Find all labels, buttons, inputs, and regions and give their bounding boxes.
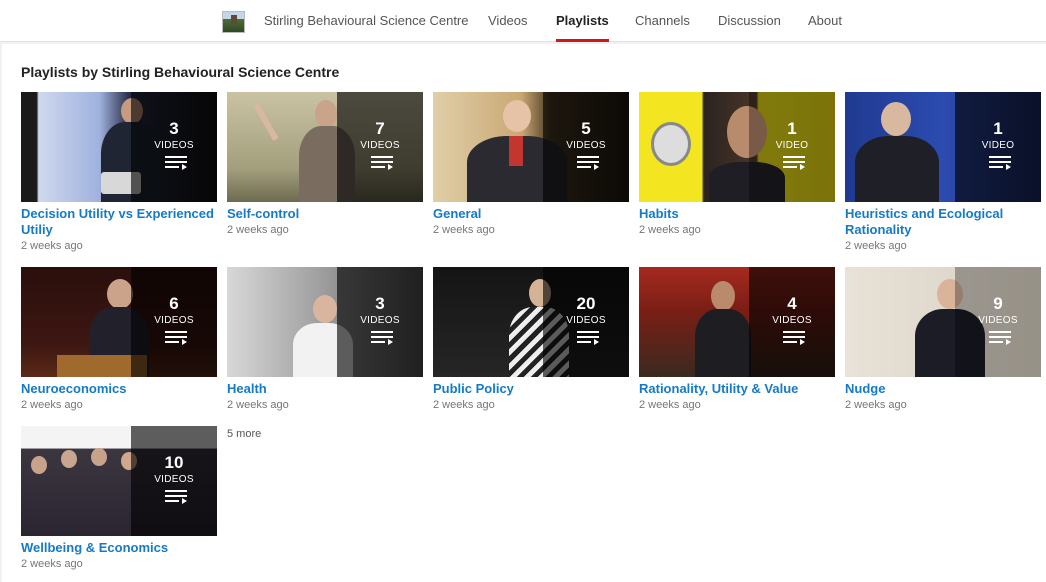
- playlist-card[interactable]: 7 VIDEOS Self-control 2 weeks ago: [227, 92, 423, 236]
- playlist-updated: 2 weeks ago: [433, 399, 495, 411]
- playlist-thumbnail[interactable]: 9 VIDEOS: [845, 267, 1041, 377]
- playlist-updated: 2 weeks ago: [639, 399, 701, 411]
- playlist-thumbnail[interactable]: 6 VIDEOS: [21, 267, 217, 377]
- video-count-label: VIDEOS: [154, 474, 194, 485]
- video-count: 3: [169, 119, 179, 138]
- playlist-title[interactable]: Wellbeing & Economics: [21, 540, 217, 556]
- video-count-label: VIDEOS: [566, 315, 606, 326]
- channel-nav-bar: Stirling Behavioural Science Centre Vide…: [0, 0, 1046, 42]
- video-count: 10: [164, 453, 184, 472]
- playlist-title[interactable]: Health: [227, 381, 423, 397]
- playlist-icon: [165, 156, 187, 170]
- playlist-thumbnail[interactable]: 4 VIDEOS: [639, 267, 835, 377]
- tab-about[interactable]: About: [808, 0, 842, 42]
- video-count-label: VIDEO: [775, 140, 809, 151]
- tab-playlists[interactable]: Playlists: [556, 0, 609, 42]
- video-count: 4: [787, 294, 797, 313]
- playlist-updated: 2 weeks ago: [845, 240, 907, 252]
- video-count: 9: [993, 294, 1003, 313]
- playlist-updated: 2 weeks ago: [639, 224, 701, 236]
- playlist-title[interactable]: Public Policy: [433, 381, 629, 397]
- playlist-updated: 2 weeks ago: [21, 558, 83, 570]
- playlist-icon: [783, 331, 805, 345]
- playlist-card[interactable]: 10 VIDEOS Wellbeing & Economics 2 weeks …: [21, 426, 217, 570]
- playlist-icon: [165, 490, 187, 504]
- playlist-thumbnail[interactable]: 10 VIDEOS: [21, 426, 217, 536]
- channel-avatar[interactable]: [222, 11, 245, 33]
- playlist-card[interactable]: 4 VIDEOS Rationality, Utility & Value 2 …: [639, 267, 835, 411]
- playlist-card[interactable]: 20 VIDEOS Public Policy 2 weeks ago: [433, 267, 629, 411]
- playlist-title[interactable]: Self-control: [227, 206, 423, 222]
- video-count-label: VIDEOS: [566, 140, 606, 151]
- channel-name-tab[interactable]: Stirling Behavioural Science Centre: [264, 0, 469, 42]
- video-count: 5: [581, 119, 591, 138]
- playlist-icon: [371, 331, 393, 345]
- video-count: 3: [375, 294, 385, 313]
- playlist-thumbnail[interactable]: 1 VIDEO: [639, 92, 835, 202]
- playlist-card[interactable]: 5 VIDEOS General 2 weeks ago: [433, 92, 629, 236]
- tab-videos[interactable]: Videos: [488, 0, 528, 42]
- playlist-icon: [783, 156, 805, 170]
- more-playlists-link[interactable]: 5 more: [227, 428, 261, 440]
- playlist-icon: [165, 331, 187, 345]
- playlist-card[interactable]: 3 VIDEOS Decision Utility vs Experienced…: [21, 92, 217, 252]
- playlist-updated: 2 weeks ago: [21, 399, 83, 411]
- playlist-icon: [989, 331, 1011, 345]
- playlist-icon: [577, 331, 599, 345]
- video-count: 20: [576, 294, 596, 313]
- playlist-title[interactable]: Decision Utility vs Experienced Utiliy: [21, 206, 217, 238]
- video-count-label: VIDEOS: [772, 315, 812, 326]
- playlist-updated: 2 weeks ago: [227, 399, 289, 411]
- playlist-icon: [577, 156, 599, 170]
- section-heading: Playlists by Stirling Behavioural Scienc…: [21, 64, 340, 80]
- playlist-thumbnail[interactable]: 7 VIDEOS: [227, 92, 423, 202]
- video-count-label: VIDEOS: [360, 315, 400, 326]
- video-count: 1: [787, 119, 797, 138]
- playlist-title[interactable]: Neuroeconomics: [21, 381, 217, 397]
- video-count: 6: [169, 294, 179, 313]
- playlist-card[interactable]: 3 VIDEOS Health 2 weeks ago: [227, 267, 423, 411]
- playlist-thumbnail[interactable]: 20 VIDEOS: [433, 267, 629, 377]
- video-count: 7: [375, 119, 385, 138]
- tab-channels[interactable]: Channels: [635, 0, 690, 42]
- playlist-card[interactable]: 1 VIDEO Heuristics and Ecological Ration…: [845, 92, 1041, 252]
- playlist-title[interactable]: Heuristics and Ecological Rationality: [845, 206, 1041, 238]
- playlist-updated: 2 weeks ago: [21, 240, 83, 252]
- playlist-title[interactable]: Nudge: [845, 381, 1041, 397]
- playlist-updated: 2 weeks ago: [227, 224, 289, 236]
- video-count: 1: [993, 119, 1003, 138]
- playlist-updated: 2 weeks ago: [433, 224, 495, 236]
- playlist-card[interactable]: 1 VIDEO Habits 2 weeks ago: [639, 92, 835, 236]
- video-count-label: VIDEOS: [360, 140, 400, 151]
- playlist-icon: [371, 156, 393, 170]
- playlist-updated: 2 weeks ago: [845, 399, 907, 411]
- playlist-card[interactable]: 9 VIDEOS Nudge 2 weeks ago: [845, 267, 1041, 411]
- playlist-thumbnail[interactable]: 5 VIDEOS: [433, 92, 629, 202]
- playlist-icon: [989, 156, 1011, 170]
- playlist-card[interactable]: 6 VIDEOS Neuroeconomics 2 weeks ago: [21, 267, 217, 411]
- playlist-title[interactable]: Rationality, Utility & Value: [639, 381, 835, 397]
- video-count-label: VIDEOS: [154, 315, 194, 326]
- playlist-thumbnail[interactable]: 3 VIDEOS: [227, 267, 423, 377]
- playlist-thumbnail[interactable]: 1 VIDEO: [845, 92, 1041, 202]
- video-count-label: VIDEOS: [978, 315, 1018, 326]
- playlist-title[interactable]: General: [433, 206, 629, 222]
- video-count-label: VIDEO: [981, 140, 1015, 151]
- video-count-label: VIDEOS: [154, 140, 194, 151]
- playlist-title[interactable]: Habits: [639, 206, 835, 222]
- playlist-thumbnail[interactable]: 3 VIDEOS: [21, 92, 217, 202]
- tab-discussion[interactable]: Discussion: [718, 0, 781, 42]
